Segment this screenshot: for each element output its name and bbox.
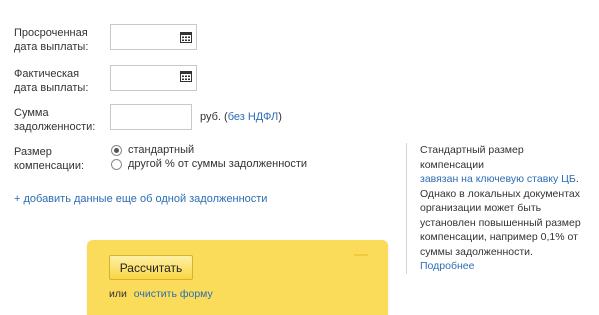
overdue-date-label: Просроченная дата выплаты: <box>14 27 89 53</box>
currency-note: руб. (без НДФЛ) <box>200 111 282 123</box>
radio-standard-label: стандартный <box>128 144 195 156</box>
calendar-icon[interactable] <box>180 31 192 43</box>
currency-prefix: руб. ( <box>200 111 228 123</box>
clear-form-link[interactable]: очистить форму <box>134 288 213 300</box>
info-body: Однако в локальных документах организаци… <box>420 187 581 258</box>
info-line1: Стандартный размер компенсации <box>420 144 524 171</box>
actual-date-label: Фактическая дата выплаты: <box>14 68 89 94</box>
debt-amount-label: Сумма задолженности: <box>14 107 96 133</box>
calculate-button[interactable]: Рассчитать <box>109 255 193 280</box>
radio-other-option[interactable]: другой % от суммы задолженности <box>111 158 307 170</box>
divider <box>354 254 368 256</box>
radio-other-label: другой % от суммы задолженности <box>128 158 308 170</box>
more-link[interactable]: Подробнее <box>420 260 474 272</box>
radio-standard[interactable] <box>111 144 122 156</box>
debt-amount-input[interactable] <box>110 104 192 130</box>
compensation-label: Размер компенсации: <box>14 146 85 172</box>
key-rate-link[interactable]: завязан на ключевую ставку ЦБ <box>420 173 576 185</box>
info-panel: Стандартный размер компенсации завязан н… <box>406 143 586 274</box>
no-ndfl-link[interactable]: без НДФЛ <box>228 111 279 123</box>
radio-other[interactable] <box>111 158 122 170</box>
calendar-icon[interactable] <box>180 70 192 82</box>
calculate-panel: Рассчитать или очистить форму <box>87 240 388 315</box>
add-debt-link[interactable]: + добавить данные еще об одной задолженн… <box>14 193 267 205</box>
currency-suffix: ) <box>278 111 282 123</box>
or-text: или <box>109 288 127 300</box>
radio-standard-option[interactable]: стандартный <box>111 144 194 156</box>
clear-row: или очистить форму <box>109 288 213 300</box>
info-after-link: . <box>575 173 579 185</box>
